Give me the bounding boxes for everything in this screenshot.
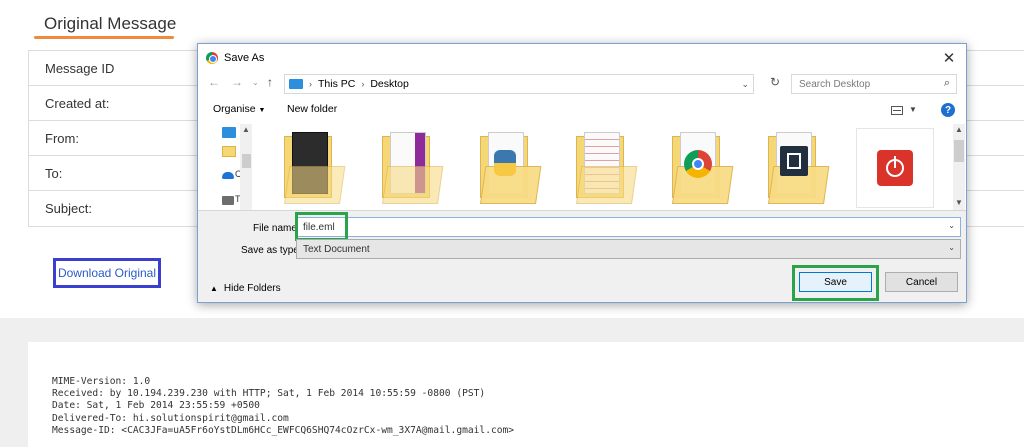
file-item[interactable] (856, 128, 934, 208)
chevron-down-icon: ▼ (258, 107, 266, 114)
file-name-highlight (295, 212, 348, 241)
file-item[interactable] (576, 128, 638, 206)
file-item[interactable] (480, 128, 542, 206)
hide-folders-label: Hide Folders (223, 283, 281, 294)
raw-message-headers: MIME-Version: 1.0 Received: by 10.194.239… (52, 376, 514, 437)
page-title: Original Message (44, 14, 177, 33)
save-form: File name: file.eml ⌄ Save as type: Text… (198, 210, 966, 302)
close-icon[interactable]: ✕ (938, 47, 960, 69)
organise-label: Organise (213, 103, 256, 115)
address-dropdown-icon[interactable]: ⌄ (741, 79, 749, 90)
navigation-pane: C T ▲ (217, 124, 253, 210)
dialog-toolbar: Organise ▼ New folder ▼ ? (198, 100, 966, 122)
save-as-dialog: Save As ✕ ← → ⌄ ↑ › This PC › Desktop ⌄ … (197, 43, 967, 303)
computer-icon[interactable] (222, 127, 236, 138)
raw-line: Message-ID: <CAC3JFa=uA5Fr6oYstDLm6HCc_E… (52, 424, 515, 436)
file-item[interactable] (382, 128, 444, 206)
view-options-icon[interactable] (891, 106, 903, 115)
save-as-type-value: Text Document (303, 243, 370, 255)
file-item[interactable] (284, 128, 346, 206)
dialog-title: Save As (224, 52, 265, 64)
folder-front (284, 166, 346, 204)
folder-front (382, 166, 444, 204)
file-list-scrollbar[interactable]: ▲ ▼ (953, 124, 965, 210)
chevron-down-icon[interactable]: ⌄ (948, 243, 955, 252)
raw-line: MIME-Version: 1.0 (52, 376, 151, 387)
file-item[interactable] (672, 128, 734, 206)
scroll-up-icon[interactable]: ▲ (955, 125, 963, 134)
search-placeholder: Search Desktop (799, 78, 871, 90)
search-input[interactable]: Search Desktop ⌕ (791, 74, 957, 94)
help-icon[interactable]: ? (941, 103, 955, 117)
new-folder-button[interactable]: New folder (287, 103, 337, 115)
file-item[interactable] (768, 128, 830, 206)
python-folder-icon (494, 150, 516, 176)
back-arrow-icon[interactable]: ← (208, 75, 220, 89)
chevron-right-icon: › (361, 79, 365, 89)
chrome-center (692, 158, 704, 170)
recent-dropdown-icon[interactable]: ⌄ (252, 78, 259, 87)
drive-icon[interactable] (222, 196, 234, 205)
organise-menu[interactable]: Organise ▼ (213, 103, 265, 115)
chevron-right-icon: › (309, 79, 312, 89)
chevron-down-icon[interactable]: ⌄ (948, 221, 955, 230)
folder-icon[interactable] (222, 146, 236, 157)
chrome-icon (206, 52, 218, 64)
save-as-type-label: Save as type: (241, 245, 302, 256)
power-line (894, 156, 896, 168)
dialog-titlebar[interactable]: Save As ✕ (198, 44, 966, 72)
file-list (258, 124, 948, 210)
save-as-type-select[interactable]: Text Document ⌄ (296, 239, 961, 259)
file-list-scroll-thumb[interactable] (954, 140, 964, 162)
scroll-down-icon[interactable]: ▼ (955, 198, 963, 207)
raw-line: Delivered-To: hi.solutionspirit@gmail.co… (52, 412, 289, 424)
raw-line: Date: Sat, 1 Feb 2014 23:55:59 +0500 (52, 400, 260, 412)
folder-front (576, 166, 638, 204)
file-name-input[interactable]: file.eml ⌄ (296, 217, 961, 237)
navigation-bar: ← → ⌄ ↑ › This PC › Desktop ⌄ ↻ Search D… (198, 72, 966, 96)
address-bar[interactable]: › This PC › Desktop ⌄ (284, 74, 754, 94)
download-original-highlight: Download Original (53, 258, 161, 288)
hide-folders-toggle[interactable]: ▲ Hide Folders (210, 283, 281, 294)
breadcrumb-desktop[interactable]: Desktop (370, 78, 409, 90)
title-underline (34, 36, 174, 39)
refresh-icon[interactable]: ↻ (770, 75, 780, 89)
raw-line: Received: by 10.194.239.230 with HTTP; S… (52, 388, 486, 400)
save-button[interactable]: Save (799, 272, 872, 292)
brackets-glyph (787, 153, 801, 169)
view-dropdown-icon[interactable]: ▼ (909, 105, 917, 114)
search-icon[interactable]: ⌕ (944, 77, 950, 90)
this-pc-icon (289, 79, 303, 89)
download-original-link[interactable]: Download Original (58, 266, 156, 280)
cancel-button[interactable]: Cancel (885, 272, 958, 292)
forward-arrow-icon[interactable]: → (231, 75, 243, 89)
file-name-label: File name: (253, 223, 300, 234)
nav-pane-scroll-thumb[interactable] (242, 154, 251, 168)
scroll-up-icon[interactable]: ▲ (242, 125, 250, 134)
onedrive-icon[interactable] (222, 172, 234, 179)
up-arrow-icon[interactable]: ↑ (267, 75, 273, 89)
chevron-up-icon: ▲ (210, 284, 218, 293)
breadcrumb-this-pc[interactable]: This PC (318, 78, 355, 90)
